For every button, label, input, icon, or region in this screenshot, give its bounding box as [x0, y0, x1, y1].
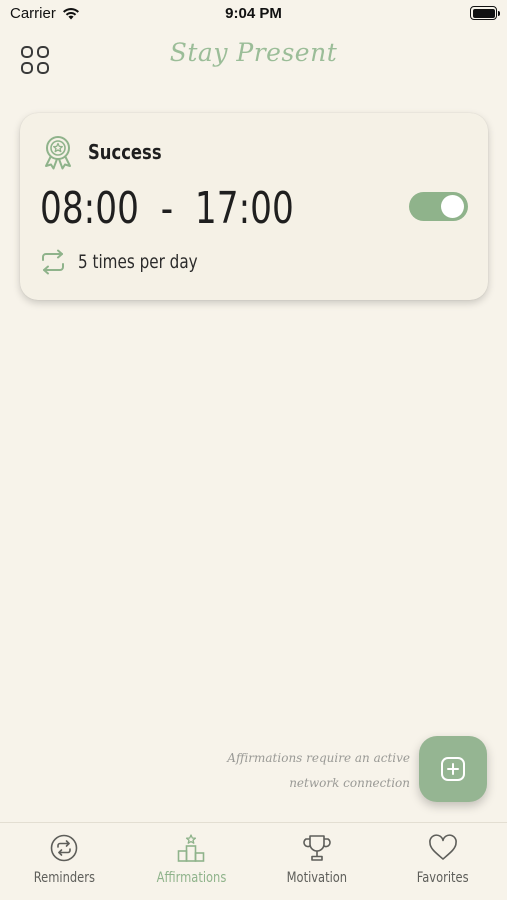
- trophy-icon: [303, 835, 331, 861]
- app-title: Stay Present: [169, 38, 338, 67]
- toggle-knob: [441, 195, 464, 218]
- repeat-icon: [42, 249, 64, 275]
- tab-favorites[interactable]: Favorites: [380, 833, 506, 886]
- tab-motivation[interactable]: Motivation: [254, 833, 380, 886]
- network-note: Affirmations require an active network c…: [210, 746, 410, 796]
- award-icon: [45, 136, 71, 170]
- refresh-circle-icon: [50, 834, 78, 862]
- tab-reminders[interactable]: Reminders: [1, 833, 127, 886]
- reminder-frequency: 5 times per day: [78, 251, 198, 273]
- add-reminder-button[interactable]: [419, 736, 487, 802]
- tab-label-reminders: Reminders: [33, 870, 95, 886]
- reminder-time-range: 08:00 - 17:00: [40, 183, 294, 234]
- status-bar: Carrier 9:04 PM: [0, 0, 507, 28]
- plus-square-icon: [441, 757, 465, 781]
- tab-bar: Reminders Affirmations Motivation Favori…: [0, 822, 507, 900]
- heart-icon: [429, 834, 457, 860]
- frequency-row: 5 times per day: [40, 249, 228, 275]
- reminder-toggle[interactable]: [409, 192, 468, 221]
- reminder-category: Success: [88, 140, 162, 164]
- tab-label-motivation: Motivation: [286, 870, 348, 886]
- network-note-line2: network connection: [289, 776, 410, 790]
- battery-icon: [470, 6, 500, 20]
- tab-label-affirmations: Affirmations: [156, 870, 226, 886]
- tab-label-favorites: Favorites: [417, 870, 469, 886]
- podium-icon: [177, 834, 205, 862]
- reminder-card[interactable]: Success 08:00 - 17:00 5 times per day: [20, 113, 488, 300]
- network-note-line1: Affirmations require an active: [227, 751, 410, 765]
- card-header: Success: [40, 134, 178, 170]
- status-time: 9:04 PM: [225, 5, 282, 22]
- tab-affirmations[interactable]: Affirmations: [128, 833, 254, 886]
